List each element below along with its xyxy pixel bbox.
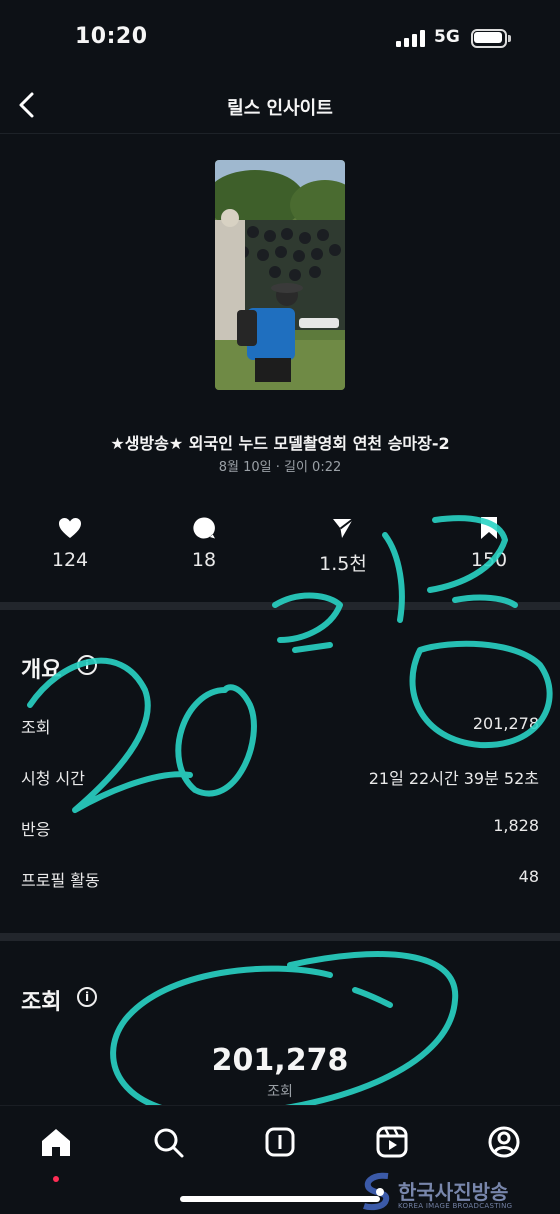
broadcast-logo-icon bbox=[363, 1172, 390, 1211]
row-value: 201,278 bbox=[472, 714, 539, 733]
notification-dot bbox=[53, 1176, 59, 1182]
reel-thumbnail[interactable] bbox=[215, 160, 345, 390]
bookmark-icon bbox=[481, 517, 497, 539]
saves-count: 150 bbox=[470, 549, 508, 571]
watermark-subtext: KOREA IMAGE BROADCASTING bbox=[398, 1202, 513, 1210]
row-label: 반응 bbox=[21, 820, 51, 839]
shares-stat: 1.5천 bbox=[298, 515, 388, 576]
heart-icon bbox=[59, 518, 81, 538]
search-icon bbox=[154, 1128, 184, 1158]
reel-meta: 8월 10일 · 길이 0:22 bbox=[218, 460, 342, 475]
views-title: 조회 bbox=[21, 990, 62, 1015]
section-divider bbox=[0, 602, 560, 610]
nav-home[interactable] bbox=[36, 1122, 76, 1182]
saves-stat: 150 bbox=[444, 515, 534, 571]
row-value: 1,828 bbox=[493, 816, 539, 835]
views-info-icon[interactable]: i bbox=[77, 987, 97, 1007]
overview-title: 개요 bbox=[21, 658, 62, 683]
nav-create[interactable] bbox=[260, 1122, 300, 1162]
profile-icon bbox=[488, 1126, 520, 1158]
battery-icon bbox=[471, 29, 511, 48]
comments-count: 18 bbox=[191, 549, 217, 571]
nav-profile[interactable] bbox=[484, 1122, 524, 1162]
share-icon bbox=[333, 518, 354, 538]
nav-reels[interactable] bbox=[372, 1122, 412, 1162]
likes-count: 124 bbox=[51, 549, 89, 571]
screen: 10:20 5G 릴스 인사이트 ★생방송★ 외국인 누드 모델촬영회 연천 승… bbox=[0, 0, 560, 1214]
header: 릴스 인사이트 bbox=[0, 72, 560, 134]
comments-stat: 18 bbox=[159, 515, 249, 571]
views-total: 201,278 bbox=[211, 1043, 349, 1078]
create-icon bbox=[265, 1127, 295, 1157]
row-label: 시청 시간 bbox=[21, 769, 85, 788]
row-value: 48 bbox=[518, 867, 539, 886]
status-bar: 10:20 5G bbox=[0, 0, 560, 72]
reels-icon bbox=[376, 1126, 408, 1158]
section-divider bbox=[0, 933, 560, 941]
page-title: 릴스 인사이트 bbox=[227, 98, 333, 119]
watermark: 한국사진방송 KOREA IMAGE BROADCASTING bbox=[360, 1172, 560, 1214]
watermark-text: 한국사진방송 bbox=[398, 1180, 509, 1204]
comment-icon bbox=[193, 517, 215, 539]
overview-info-icon[interactable]: i bbox=[77, 655, 97, 675]
network-label: 5G bbox=[434, 27, 460, 47]
home-indicator[interactable] bbox=[180, 1196, 380, 1202]
home-icon bbox=[42, 1129, 70, 1156]
views-caption: 조회 bbox=[267, 1084, 293, 1100]
row-value: 21일 22시간 39분 52초 bbox=[368, 769, 539, 788]
reel-title: ★생방송★ 외국인 누드 모델촬영회 연천 승마장-2 bbox=[110, 434, 450, 453]
likes-stat: 124 bbox=[25, 515, 115, 571]
signal-icon bbox=[396, 30, 426, 47]
row-label: 프로필 활동 bbox=[21, 871, 100, 890]
status-time: 10:20 bbox=[75, 24, 148, 49]
shares-count: 1.5천 bbox=[319, 553, 367, 575]
row-label: 조회 bbox=[21, 718, 51, 737]
nav-search[interactable] bbox=[148, 1122, 188, 1162]
